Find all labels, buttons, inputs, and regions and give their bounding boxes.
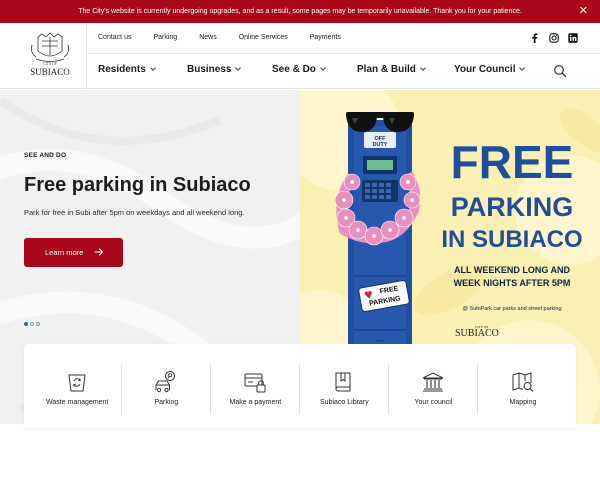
nav-item-label: Business xyxy=(187,64,232,75)
carousel-indicators xyxy=(24,322,40,326)
nav-divider xyxy=(87,53,600,54)
social-links xyxy=(529,32,578,43)
promo-subheading: WEEK NIGHTS AFTER 5PM xyxy=(454,278,571,288)
quick-links-panel: Waste management Parking Make a payment xyxy=(24,344,576,428)
promo-heading: PARKING xyxy=(451,192,574,222)
util-link-contact-us[interactable]: Contact us xyxy=(98,34,131,41)
close-icon[interactable]: ✕ xyxy=(579,5,588,17)
nav-item-label: See & Do xyxy=(272,64,316,75)
nav-item-plan-and-build[interactable]: Plan & Build xyxy=(357,64,426,75)
site-header: CITY OF SUBIACO Contact us Parking News … xyxy=(0,23,600,89)
promo-note: @ SubiPark car parks and street parking xyxy=(462,306,561,312)
hero-title: Free parking in Subiaco xyxy=(24,174,251,196)
learn-more-label: Learn more xyxy=(45,248,84,257)
linkedin-icon[interactable] xyxy=(567,32,578,43)
nav-item-your-council[interactable]: Your Council xyxy=(454,64,526,75)
chevron-down-icon xyxy=(149,65,156,71)
util-link-online-services[interactable]: Online Services xyxy=(239,34,288,41)
chevron-down-icon xyxy=(320,65,326,71)
quick-link-waste-management[interactable]: Waste management xyxy=(32,344,122,428)
promo-heading: IN SUBIACO xyxy=(441,226,582,253)
quick-link-label: Parking xyxy=(154,399,179,406)
promo-subheading: ALL WEEKEND LONG AND xyxy=(454,265,570,275)
facebook-icon[interactable] xyxy=(529,32,540,43)
hero-eyebrow: SEE AND DO xyxy=(24,152,67,159)
city-of-subiaco-logo[interactable]: CITY OF SUBIACO xyxy=(18,31,82,81)
util-link-news[interactable]: News xyxy=(199,34,217,41)
car-parking-icon xyxy=(155,371,175,393)
logo-divider xyxy=(86,23,87,89)
nav-item-business[interactable]: Business xyxy=(187,64,242,75)
learn-more-button[interactable]: Learn more xyxy=(24,238,123,267)
council-building-icon xyxy=(422,372,444,392)
util-link-payments[interactable]: Payments xyxy=(310,34,341,41)
chevron-down-icon xyxy=(420,65,426,71)
quick-link-label: Waste management xyxy=(46,399,109,406)
nav-item-label: Plan & Build xyxy=(357,64,416,75)
quick-link-subiaco-library[interactable]: Subiaco Library xyxy=(300,344,389,428)
chevron-down-icon xyxy=(519,65,526,71)
map-icon xyxy=(512,372,534,392)
nav-item-label: Your Council xyxy=(454,64,516,75)
quick-link-label: Your council xyxy=(414,399,453,406)
util-link-parking[interactable]: Parking xyxy=(153,34,177,41)
alert-message: The City's website is currently undergoi… xyxy=(78,8,522,15)
chevron-down-icon xyxy=(235,65,242,71)
hero-description: Park for free in Subi after 5pm on weekd… xyxy=(24,208,245,217)
alert-banner: The City's website is currently undergoi… xyxy=(0,0,600,23)
search-icon[interactable] xyxy=(553,64,567,78)
quick-link-label: Mapping xyxy=(509,399,537,406)
carousel-dot[interactable] xyxy=(36,322,40,326)
promo-logo-name: SUBIACO xyxy=(455,328,499,339)
carousel-dot[interactable] xyxy=(24,322,28,326)
promo-heading: FREE xyxy=(451,136,574,188)
logo-small-text: CITY OF xyxy=(43,62,57,66)
nav-item-residents[interactable]: Residents xyxy=(98,64,156,75)
nav-item-see-and-do[interactable]: See & Do xyxy=(272,64,326,75)
quick-link-make-a-payment[interactable]: Make a payment xyxy=(211,344,300,428)
carousel-dot[interactable] xyxy=(30,322,34,326)
quick-link-label: Subiaco Library xyxy=(320,399,369,406)
quick-link-label: Make a payment xyxy=(229,399,282,406)
payment-icon xyxy=(244,373,266,393)
quick-link-your-council[interactable]: Your council xyxy=(389,344,478,428)
utility-nav: Contact us Parking News Online Services … xyxy=(98,34,341,41)
quick-link-mapping[interactable]: Mapping xyxy=(478,344,568,428)
book-icon xyxy=(335,372,351,392)
nav-item-label: Residents xyxy=(98,64,146,75)
meter-label: DUTY xyxy=(373,142,388,148)
recycle-bin-icon xyxy=(68,374,86,392)
logo-name: SUBIACO xyxy=(30,67,70,77)
quick-link-parking[interactable]: Parking xyxy=(122,344,211,428)
instagram-icon[interactable] xyxy=(548,32,559,43)
arrow-right-icon xyxy=(94,248,104,256)
